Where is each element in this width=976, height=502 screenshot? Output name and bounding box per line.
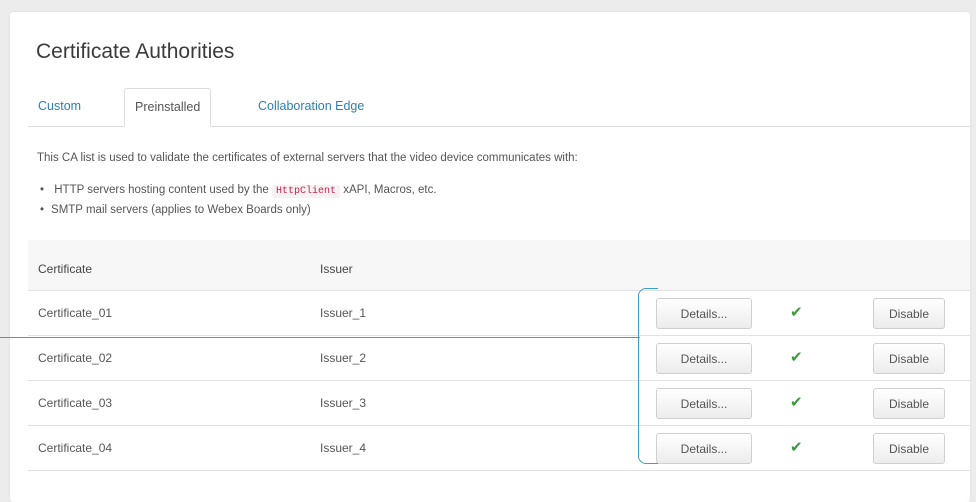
certificates-table: Certificate Issuer Certificate_01 Issuer… — [28, 240, 970, 471]
callout-bracket — [638, 288, 658, 464]
page-title: Certificate Authorities — [36, 40, 235, 63]
disable-button[interactable]: Disable — [873, 388, 945, 419]
checkmark-icon: ✔ — [790, 304, 803, 321]
details-button[interactable]: Details... — [656, 433, 752, 464]
table-row: Certificate_03 Issuer_3 Details... ✔ Dis… — [28, 381, 970, 426]
table-header: Certificate Issuer — [28, 240, 970, 291]
callout-line — [0, 337, 640, 338]
ca-usage-list: HTTP servers hosting content used by the… — [37, 180, 437, 220]
http-servers-text-after: xAPI, Macros, etc. — [343, 184, 437, 196]
checkmark-icon: ✔ — [790, 349, 803, 366]
tab-custom[interactable]: Custom — [28, 88, 91, 125]
column-header-issuer: Issuer — [320, 262, 353, 276]
column-header-certificate: Certificate — [38, 262, 93, 276]
certificate-name: Certificate_01 — [38, 306, 113, 320]
list-item-http-servers: HTTP servers hosting content used by the… — [37, 180, 437, 200]
issuer-name: Issuer_4 — [320, 441, 367, 455]
certificate-name: Certificate_02 — [38, 351, 113, 365]
table-row: Certificate_04 Issuer_4 Details... ✔ Dis… — [28, 426, 970, 471]
httpclient-code: HttpClient — [272, 185, 341, 198]
details-button[interactable]: Details... — [656, 343, 752, 374]
list-item-smtp-servers: SMTP mail servers (applies to Webex Boar… — [37, 200, 437, 220]
tab-preinstalled[interactable]: Preinstalled — [124, 88, 212, 127]
issuer-name: Issuer_3 — [320, 396, 367, 410]
http-servers-text: HTTP servers hosting content used by the — [54, 184, 269, 196]
checkmark-icon: ✔ — [790, 439, 803, 456]
checkmark-icon: ✔ — [790, 394, 803, 411]
table-row: Certificate_01 Issuer_1 Details... ✔ Dis… — [28, 291, 970, 336]
certificate-name: Certificate_04 — [38, 441, 113, 455]
tab-bar: Custom Preinstalled Collaboration Edge — [28, 88, 970, 127]
table-row: Certificate_02 Issuer_2 Details... ✔ Dis… — [28, 336, 970, 381]
disable-button[interactable]: Disable — [873, 343, 945, 374]
issuer-name: Issuer_1 — [320, 306, 367, 320]
details-button[interactable]: Details... — [656, 388, 752, 419]
certificate-name: Certificate_03 — [38, 396, 113, 410]
tab-collaboration-edge[interactable]: Collaboration Edge — [248, 88, 374, 125]
details-button[interactable]: Details... — [656, 298, 752, 329]
issuer-name: Issuer_2 — [320, 351, 367, 365]
disable-button[interactable]: Disable — [873, 433, 945, 464]
disable-button[interactable]: Disable — [873, 298, 945, 329]
ca-list-description: This CA list is used to validate the cer… — [37, 152, 578, 164]
